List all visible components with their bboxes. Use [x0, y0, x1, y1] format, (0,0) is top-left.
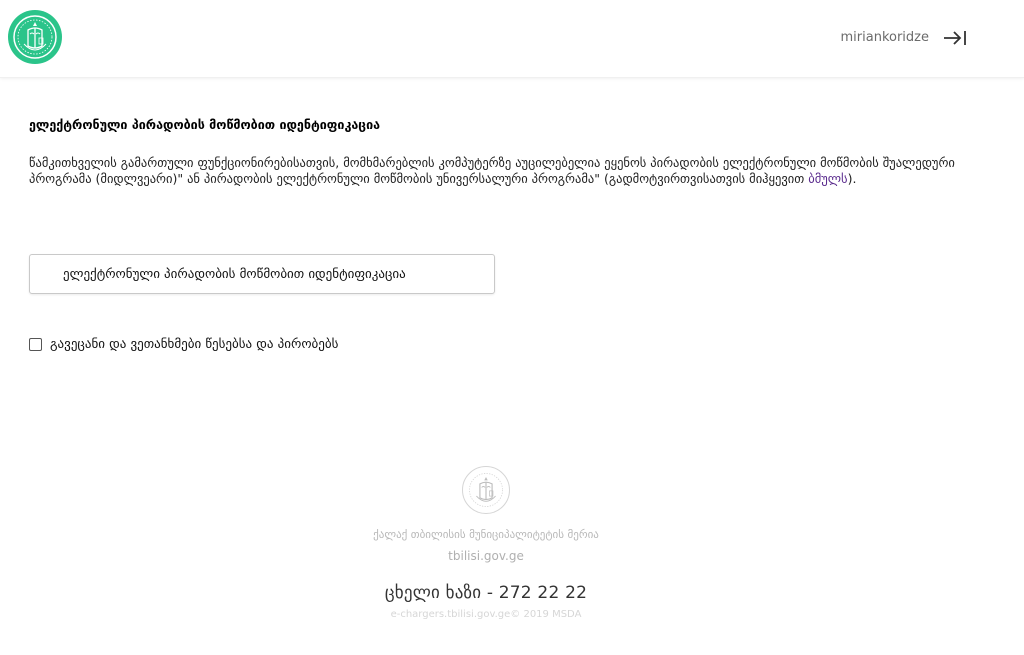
username: miriankoridze: [840, 30, 930, 45]
tbilisi-emblem-icon[interactable]: [8, 10, 62, 64]
download-link[interactable]: ბმულს: [808, 171, 847, 186]
logout-icon[interactable]: [942, 26, 968, 50]
eid-login-button[interactable]: ელექტრონული პირადობის მოწმობით იდენტიფიკ…: [29, 254, 495, 294]
top-bar: miriankoridze: [0, 0, 1024, 78]
terms-label[interactable]: გავეცანი და ვეთანხმები წესებსა და პირობე…: [50, 337, 338, 352]
copyright: e-chargers.tbilisi.gov.ge© 2019 MSDA: [390, 609, 582, 620]
hotline: ცხელი ხაზი - 272 22 22: [384, 583, 588, 603]
main-content: ელექტრონული პირადობის მოწმობით იდენტიფიკ…: [29, 110, 999, 352]
footer-emblem-icon: [462, 466, 510, 514]
terms-checkbox[interactable]: [29, 338, 42, 351]
description: წამკითხველის გამართული ფუნქციონირებისათვ…: [29, 155, 979, 187]
description-end: ).: [847, 171, 857, 186]
footer-domain: tbilisi.gov.ge: [448, 549, 524, 563]
page-title: ელექტრონული პირადობის მოწმობით იდენტიფიკ…: [29, 117, 381, 132]
terms-row[interactable]: გავეცანი და ვეთანხმები წესებსა და პირობე…: [29, 337, 338, 352]
footer-org-name: ქალაქ თბილისის მუნიციპალიტეტის მერია: [373, 528, 599, 541]
footer: ქალაქ თბილისის მუნიციპალიტეტის მერია tbi…: [0, 466, 972, 620]
